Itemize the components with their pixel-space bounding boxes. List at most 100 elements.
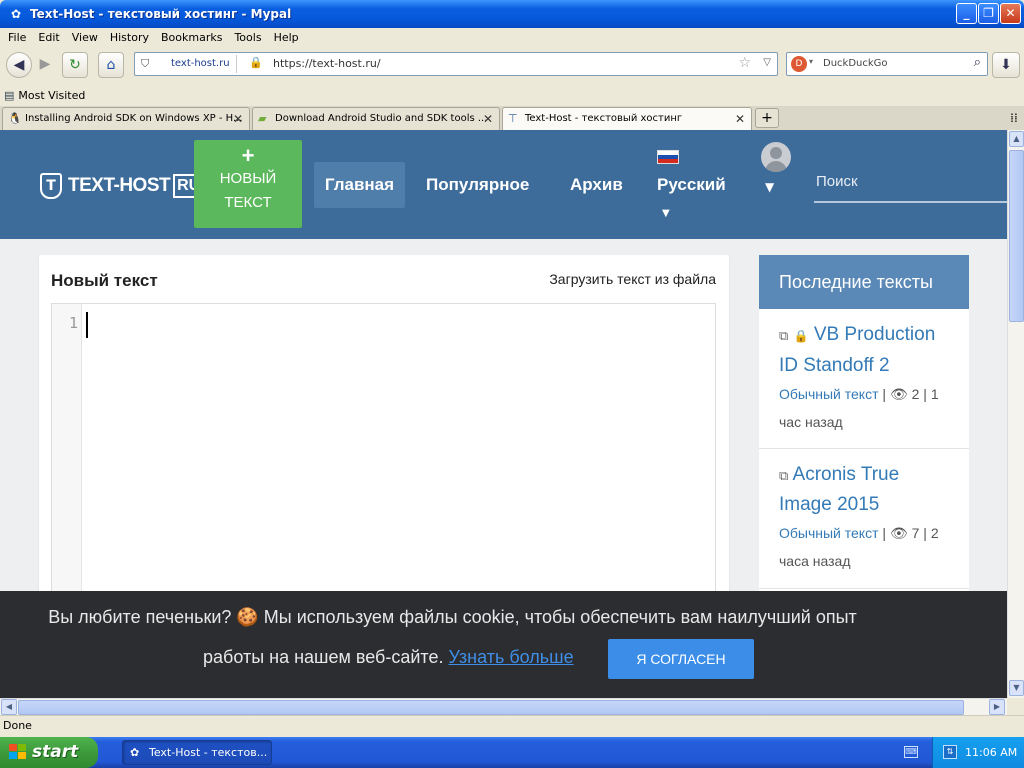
minimize-button[interactable]: _: [956, 3, 977, 24]
menu-history[interactable]: History: [110, 31, 149, 44]
windows-logo-icon: [9, 744, 27, 761]
reload-button[interactable]: ↻: [62, 52, 88, 78]
window-title-bar[interactable]: ✿ Text-Host - текстовый хостинг - Mypal …: [0, 0, 1024, 28]
web-page: T TEXT-HOST RU + НОВЫЙ ТЕКСТ Главная Поп…: [0, 130, 1007, 698]
bookmarks-bar: ▤ Most Visited: [0, 84, 1024, 106]
search-bar[interactable]: D ▾ DuckDuckGo ⌕: [786, 52, 988, 76]
user-avatar[interactable]: [761, 142, 791, 172]
nav-archive[interactable]: Архив: [562, 162, 631, 208]
recent-item[interactable]: ⧉ 🔒 VB Production ID Standoff 2 Обычный …: [759, 309, 969, 449]
start-label: start: [32, 742, 79, 762]
cookie-agree-button[interactable]: Я СОГЛАСЕН: [608, 639, 754, 679]
plus-icon: +: [761, 110, 773, 126]
load-from-file-link[interactable]: Загрузить текст из файла: [549, 271, 716, 287]
text-host-icon: ⊤: [508, 112, 518, 125]
tab-bar: 🐧 Installing Android SDK on Windows XP -…: [0, 106, 1024, 130]
scroll-up-icon[interactable]: ▲: [1009, 131, 1024, 147]
tux-icon: 🐧: [8, 112, 22, 125]
tab-close-icon[interactable]: ✕: [233, 108, 243, 130]
taskbar-window-label: Text-Host - текстов...: [149, 746, 268, 759]
clock[interactable]: 11:06 AM: [965, 737, 1017, 768]
recent-item-title[interactable]: Acronis True Image 2015: [779, 464, 899, 515]
recent-item[interactable]: ⧉ Acronis True Image 2015 Обычный текст …: [759, 449, 969, 589]
status-bar: Done: [0, 715, 1024, 737]
keyboard-icon[interactable]: ⌨: [904, 746, 918, 758]
windows-taskbar: start ✿ Text-Host - текстов... ⌨ ⇅ 11:06…: [0, 737, 1024, 768]
tab-android-studio[interactable]: ▰ Download Android Studio and SDK tools …: [252, 107, 500, 130]
bookmark-star-icon[interactable]: ☆: [738, 55, 751, 71]
line-number: 1: [68, 314, 78, 332]
scroll-left-icon[interactable]: ◀: [1, 699, 17, 715]
lock-icon: 🔒: [793, 329, 809, 343]
lock-icon[interactable]: 🔒: [249, 56, 263, 69]
home-icon: ⌂: [106, 57, 116, 73]
most-visited-bookmark[interactable]: Most Visited: [18, 89, 85, 102]
back-button[interactable]: ◀: [6, 52, 32, 78]
eye-icon: 👁: [889, 525, 908, 541]
menu-file[interactable]: File: [8, 31, 26, 44]
site-logo[interactable]: T TEXT-HOST RU: [40, 172, 205, 200]
tab-text-host[interactable]: ⊤ Text-Host - текстовый хостинг ✕: [502, 107, 752, 130]
taskbar-window-button[interactable]: ✿ Text-Host - текстов...: [122, 740, 272, 765]
downloads-button[interactable]: ⬇: [992, 52, 1020, 78]
text-type[interactable]: Обычный текст: [779, 525, 879, 541]
vertical-scroll-thumb[interactable]: [1009, 150, 1024, 322]
close-button[interactable]: ✕: [1000, 3, 1021, 24]
menu-view[interactable]: View: [72, 31, 98, 44]
new-text-button[interactable]: + НОВЫЙ ТЕКСТ: [194, 140, 302, 228]
menu-edit[interactable]: Edit: [38, 31, 59, 44]
mypal-icon: ✿: [10, 7, 22, 21]
grid-icon: ⁞⁞: [1010, 111, 1018, 125]
start-button[interactable]: start: [0, 737, 98, 768]
menu-bookmarks[interactable]: Bookmarks: [161, 31, 222, 44]
text-cursor: [86, 312, 88, 338]
tab-close-icon[interactable]: ✕: [735, 108, 745, 130]
menu-help[interactable]: Help: [274, 31, 299, 44]
site-identity[interactable]: text-host.ru: [165, 55, 237, 73]
url-text[interactable]: https://text-host.ru/: [273, 53, 381, 75]
new-text-label-2: ТЕКСТ: [224, 194, 272, 211]
user-menu-caret-icon[interactable]: ▼: [765, 180, 774, 194]
tab-title: Download Android Studio and SDK tools ..…: [275, 113, 488, 124]
bookmark-folder-icon: ▤: [4, 88, 15, 102]
site-search-input[interactable]: Поиск: [814, 170, 1007, 203]
vertical-scrollbar[interactable]: ▲ ▼: [1007, 130, 1024, 698]
new-tab-button[interactable]: +: [755, 108, 779, 128]
home-button[interactable]: ⌂: [98, 52, 124, 78]
language-caret-icon[interactable]: ▼: [662, 208, 670, 219]
language-selector[interactable]: Русский: [649, 162, 734, 208]
scroll-corner: [1007, 698, 1024, 715]
nav-popular[interactable]: Популярное: [418, 162, 537, 208]
search-icon[interactable]: ⌕: [974, 55, 981, 70]
nav-home[interactable]: Главная: [314, 162, 405, 208]
view-count: 2: [911, 386, 920, 402]
duckduckgo-icon[interactable]: D: [791, 56, 807, 72]
tab-android-sdk-xp[interactable]: 🐧 Installing Android SDK on Windows XP -…: [2, 107, 250, 130]
url-dropdown-icon[interactable]: ▽: [763, 57, 771, 68]
logo-text: TEXT-HOST: [68, 175, 171, 196]
new-text-label-1: НОВЫЙ: [219, 170, 277, 187]
site-header: T TEXT-HOST RU + НОВЫЙ ТЕКСТ Главная Поп…: [0, 130, 1007, 239]
view-count: 7: [911, 525, 920, 541]
all-tabs-button[interactable]: ⁞⁞: [1006, 108, 1022, 128]
cookie-text-line1: Вы любите печеньки? 🍪 Мы используем файл…: [48, 607, 857, 627]
copy-icon: ⧉: [779, 328, 789, 343]
url-bar[interactable]: ⛉ text-host.ru 🔒 https://text-host.ru/ ☆…: [134, 52, 778, 76]
search-engine-dropdown-icon[interactable]: ▾: [809, 57, 813, 66]
meta-separator: |: [882, 525, 887, 541]
scroll-right-icon[interactable]: ▶: [989, 699, 1005, 715]
meta-separator: |: [882, 386, 887, 402]
cookie-banner: Вы любите печеньки? 🍪 Мы используем файл…: [0, 591, 1007, 698]
menu-tools[interactable]: Tools: [234, 31, 261, 44]
forward-button[interactable]: ▶: [32, 52, 58, 78]
maximize-button[interactable]: ❐: [978, 3, 999, 24]
scroll-down-icon[interactable]: ▼: [1009, 680, 1024, 696]
system-tray: ⇅ 11:06 AM: [932, 737, 1024, 768]
horizontal-scrollbar[interactable]: ◀ ▶: [0, 698, 1007, 715]
network-icon[interactable]: ⇅: [943, 745, 957, 759]
learn-more-link[interactable]: Узнать больше: [448, 647, 573, 667]
horizontal-scroll-thumb[interactable]: [18, 700, 964, 715]
tab-close-icon[interactable]: ✕: [483, 108, 493, 130]
tracking-shield-icon[interactable]: ⛉: [141, 57, 155, 71]
text-type[interactable]: Обычный текст: [779, 386, 879, 402]
